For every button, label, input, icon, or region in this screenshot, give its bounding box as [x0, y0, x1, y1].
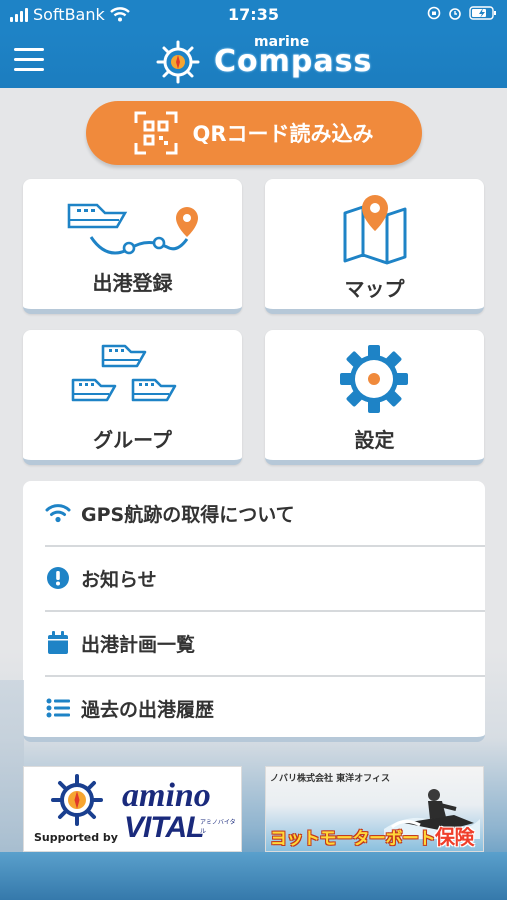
group-boats-icon — [71, 344, 177, 402]
alert-circle-icon — [45, 566, 71, 590]
sea-background — [0, 852, 507, 900]
card-label-departure: 出港登録 — [92, 271, 173, 295]
insurance-ad-banner[interactable]: ノバリ株式会社 東洋オフィス ヨットモーターボート保険 — [265, 766, 484, 852]
insurance-company-text: ノバリ株式会社 東洋オフィス — [270, 774, 390, 784]
supported-by-text: Supported by — [34, 831, 118, 844]
info-menu-list: GPS航跡の取得について お知らせ 出港計画一覧 過去の出港履歴 — [23, 481, 485, 742]
insurance-headline: ヨットモーターボート保険 — [270, 821, 475, 850]
app-logo: marine Compass — [154, 34, 371, 86]
card-label-settings: 設定 — [354, 428, 395, 452]
calendar-icon — [45, 631, 71, 655]
lighthouse-background — [0, 680, 24, 852]
qr-code-icon — [134, 111, 178, 155]
battery-icon — [469, 6, 496, 20]
insurance-headline-text: ヨットモーターボート — [270, 829, 436, 849]
list-item-departure-history[interactable]: 過去の出港履歴 — [23, 676, 485, 740]
card-label-group: グループ — [93, 428, 172, 452]
map-card[interactable]: マップ — [265, 179, 484, 314]
map-icon — [343, 195, 407, 265]
list-icon — [45, 697, 71, 719]
insurance-headline-strong: 保険 — [435, 825, 475, 849]
status-right — [427, 6, 497, 20]
sponsor-banner-amino-vital[interactable]: Supported by amino VITAL アミノバイタル — [23, 766, 242, 852]
settings-card[interactable]: 設定 — [265, 330, 484, 465]
qr-button-label: QRコード読み込み — [192, 122, 374, 146]
amino-logo-text: amino — [122, 777, 211, 814]
card-label-map: マップ — [344, 277, 405, 301]
ship-wheel-logo-icon — [51, 774, 103, 826]
orientation-lock-icon — [427, 6, 441, 20]
gear-icon — [340, 345, 408, 413]
wifi-icon — [45, 503, 71, 523]
list-label-news: お知らせ — [81, 568, 157, 591]
list-label-plans: 出港計画一覧 — [81, 633, 196, 656]
vital-logo-text: VITAL — [124, 811, 204, 844]
list-label-history: 過去の出港履歴 — [81, 698, 215, 721]
qr-scan-button[interactable]: QRコード読み込み — [86, 101, 422, 165]
menu-icon[interactable] — [14, 48, 44, 72]
list-item-departure-plans[interactable]: 出港計画一覧 — [23, 611, 485, 675]
status-bar: SoftBank 17:35 — [0, 0, 507, 32]
list-label-gps: GPS航跡の取得について — [81, 503, 295, 526]
ship-wheel-logo-icon — [156, 40, 200, 84]
list-item-news[interactable]: お知らせ — [23, 546, 485, 610]
app-header: marine Compass — [0, 32, 507, 88]
list-item-gps-info[interactable]: GPS航跡の取得について — [23, 481, 485, 545]
logo-big-text: Compass — [214, 44, 373, 79]
group-card[interactable]: グループ — [23, 330, 242, 465]
amino-vital-kana: アミノバイタル — [200, 819, 236, 835]
boat-route-icon — [67, 203, 198, 255]
departure-register-card[interactable]: 出港登録 — [23, 179, 242, 314]
alarm-icon — [449, 8, 461, 20]
